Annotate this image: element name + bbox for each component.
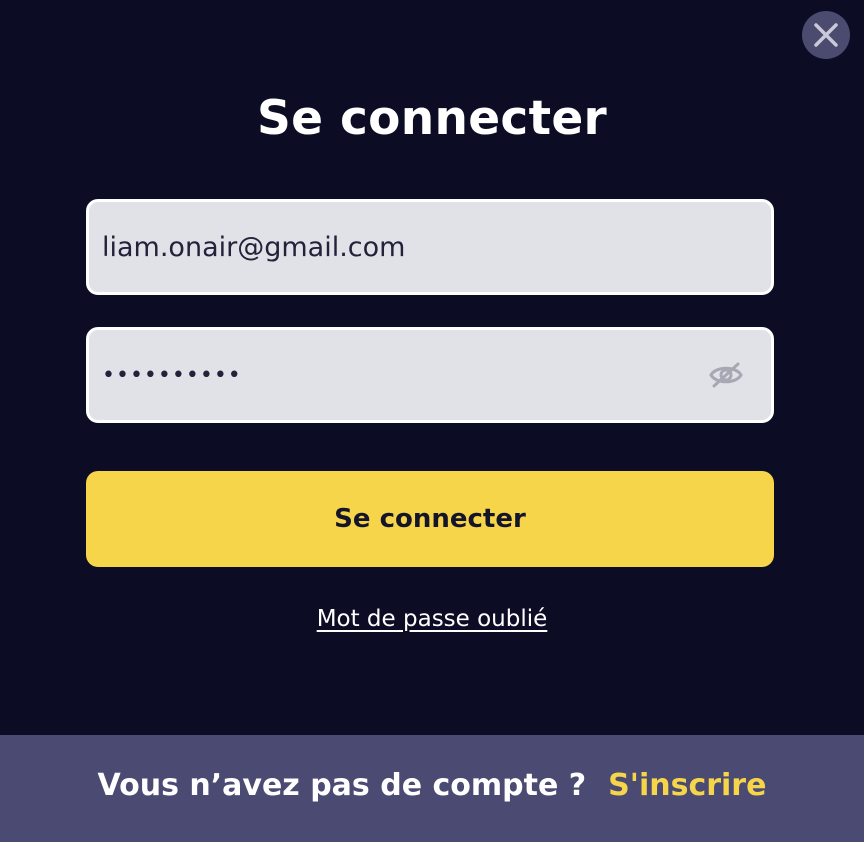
close-icon xyxy=(814,23,838,47)
password-input[interactable] xyxy=(102,330,692,420)
email-input[interactable] xyxy=(102,202,692,292)
eye-slash-icon xyxy=(709,362,743,388)
email-field-container xyxy=(86,199,774,295)
signup-link[interactable]: S'inscrire xyxy=(608,768,766,809)
modal-title: Se connecter xyxy=(256,91,608,146)
password-field-container xyxy=(86,327,774,423)
forgot-password-link[interactable]: Mot de passe oublié xyxy=(317,606,548,632)
signup-footer: Vous n’avez pas de compte ? S'inscrire xyxy=(0,735,864,842)
login-modal: Se connecter Se connecter Mot de passe o… xyxy=(0,0,864,842)
login-button[interactable]: Se connecter xyxy=(86,471,774,567)
close-button[interactable] xyxy=(802,11,850,59)
password-visibility-toggle[interactable] xyxy=(706,358,746,392)
forgot-password-row: Mot de passe oublié xyxy=(0,603,864,635)
signup-prompt: Vous n’avez pas de compte ? xyxy=(97,768,587,803)
